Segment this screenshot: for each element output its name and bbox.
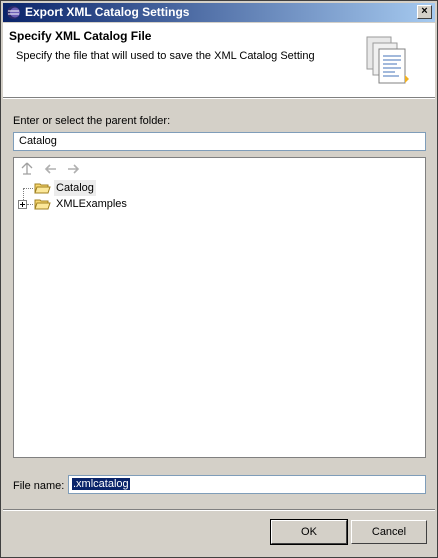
forward-arrow-icon[interactable]: [64, 160, 82, 178]
window-title: Export XML Catalog Settings: [25, 5, 190, 19]
wizard-header: Specify XML Catalog File Specify the fil…: [3, 23, 435, 97]
parent-folder-input[interactable]: Catalog: [13, 132, 426, 151]
cancel-button[interactable]: Cancel: [351, 520, 427, 544]
folder-tree[interactable]: Catalog XMLExamples: [14, 180, 425, 457]
open-folder-icon: [34, 199, 51, 210]
file-name-label: File name:: [13, 480, 65, 492]
expand-plus-icon[interactable]: [18, 200, 27, 209]
tree-toolbar: [14, 158, 425, 180]
tree-item-label: XMLExamples: [56, 198, 127, 210]
header-divider: [3, 97, 435, 99]
up-folder-icon[interactable]: [18, 160, 36, 178]
back-arrow-icon[interactable]: [42, 160, 60, 178]
tree-item-xmlexamples[interactable]: XMLExamples: [14, 196, 214, 212]
title-bar[interactable]: Export XML Catalog Settings ×: [3, 3, 435, 22]
button-bar-divider: [3, 509, 435, 511]
open-folder-icon: [34, 183, 51, 194]
eclipse-icon: [7, 6, 20, 19]
folder-tree-panel: Catalog XMLExamples: [13, 157, 426, 458]
file-name-value: .xmlcatalog: [72, 478, 130, 490]
documents-icon: [366, 36, 409, 84]
file-name-input[interactable]: .xmlcatalog: [68, 475, 426, 494]
ok-button[interactable]: OK: [270, 519, 348, 545]
tree-item-catalog[interactable]: Catalog: [14, 180, 214, 196]
dialog-window: Export XML Catalog Settings × Specify XM…: [0, 0, 438, 558]
parent-folder-label: Enter or select the parent folder:: [13, 115, 171, 127]
header-title: Specify XML Catalog File: [9, 29, 152, 43]
tree-item-label: Catalog: [54, 180, 96, 196]
close-button[interactable]: ×: [417, 5, 432, 19]
header-description: Specify the file that will used to save …: [16, 50, 315, 62]
